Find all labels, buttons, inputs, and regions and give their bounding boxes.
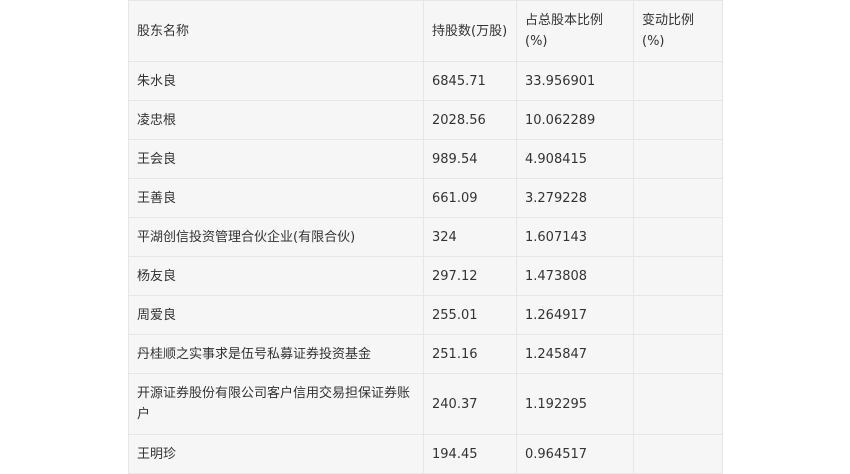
table-row: 丹桂顺之实事求是伍号私募证券投资基金 251.16 1.245847 bbox=[128, 334, 723, 374]
cell-shares: 194.45 bbox=[423, 434, 517, 474]
cell-shares: 251.16 bbox=[423, 334, 517, 374]
table-row: 凌忠根 2028.56 10.062289 bbox=[128, 100, 723, 140]
cell-change bbox=[633, 295, 723, 335]
cell-change bbox=[633, 139, 723, 179]
shareholder-table: 股东名称 持股数(万股) 占总股本比例(%) 变动比例(%) 朱水良 6845.… bbox=[128, 0, 723, 474]
cell-name: 开源证券股份有限公司客户信用交易担保证券账户 bbox=[128, 373, 424, 435]
table-row: 平湖创信投资管理合伙企业(有限合伙) 324 1.607143 bbox=[128, 217, 723, 257]
cell-shares: 297.12 bbox=[423, 256, 517, 296]
cell-ratio: 10.062289 bbox=[516, 100, 634, 140]
cell-change bbox=[633, 334, 723, 374]
table-row: 朱水良 6845.71 33.956901 bbox=[128, 61, 723, 101]
cell-change bbox=[633, 256, 723, 296]
cell-name: 王善良 bbox=[128, 178, 424, 218]
cell-shares: 2028.56 bbox=[423, 100, 517, 140]
header-row: 股东名称 持股数(万股) 占总股本比例(%) 变动比例(%) bbox=[128, 0, 723, 62]
cell-name: 王会良 bbox=[128, 139, 424, 179]
cell-change bbox=[633, 61, 723, 101]
cell-name: 王明珍 bbox=[128, 434, 424, 474]
table-row: 杨友良 297.12 1.473808 bbox=[128, 256, 723, 296]
table-row: 王明珍 194.45 0.964517 bbox=[128, 434, 723, 474]
cell-ratio: 1.473808 bbox=[516, 256, 634, 296]
cell-ratio: 1.607143 bbox=[516, 217, 634, 257]
header-ratio: 占总股本比例(%) bbox=[516, 0, 634, 62]
cell-change bbox=[633, 434, 723, 474]
shareholder-table-container: 股东名称 持股数(万股) 占总股本比例(%) 变动比例(%) 朱水良 6845.… bbox=[128, 0, 723, 474]
table-row: 开源证券股份有限公司客户信用交易担保证券账户 240.37 1.192295 bbox=[128, 373, 723, 435]
table-body: 朱水良 6845.71 33.956901 凌忠根 2028.56 10.062… bbox=[128, 61, 723, 474]
cell-change bbox=[633, 373, 723, 435]
cell-ratio: 1.264917 bbox=[516, 295, 634, 335]
cell-change bbox=[633, 217, 723, 257]
cell-shares: 324 bbox=[423, 217, 517, 257]
cell-name: 平湖创信投资管理合伙企业(有限合伙) bbox=[128, 217, 424, 257]
table-row: 周爱良 255.01 1.264917 bbox=[128, 295, 723, 335]
cell-name: 凌忠根 bbox=[128, 100, 424, 140]
cell-ratio: 4.908415 bbox=[516, 139, 634, 179]
cell-shares: 661.09 bbox=[423, 178, 517, 218]
cell-change bbox=[633, 178, 723, 218]
cell-ratio: 3.279228 bbox=[516, 178, 634, 218]
cell-name: 周爱良 bbox=[128, 295, 424, 335]
cell-change bbox=[633, 100, 723, 140]
header-change: 变动比例(%) bbox=[633, 0, 723, 62]
header-shares: 持股数(万股) bbox=[423, 0, 517, 62]
cell-name: 丹桂顺之实事求是伍号私募证券投资基金 bbox=[128, 334, 424, 374]
cell-shares: 240.37 bbox=[423, 373, 517, 435]
cell-shares: 255.01 bbox=[423, 295, 517, 335]
table-header: 股东名称 持股数(万股) 占总股本比例(%) 变动比例(%) bbox=[128, 0, 723, 62]
cell-name: 朱水良 bbox=[128, 61, 424, 101]
cell-ratio: 1.245847 bbox=[516, 334, 634, 374]
table-row: 王会良 989.54 4.908415 bbox=[128, 139, 723, 179]
cell-name: 杨友良 bbox=[128, 256, 424, 296]
cell-ratio: 0.964517 bbox=[516, 434, 634, 474]
header-shareholder-name: 股东名称 bbox=[128, 0, 424, 62]
cell-shares: 989.54 bbox=[423, 139, 517, 179]
table-row: 王善良 661.09 3.279228 bbox=[128, 178, 723, 218]
cell-ratio: 33.956901 bbox=[516, 61, 634, 101]
cell-ratio: 1.192295 bbox=[516, 373, 634, 435]
cell-shares: 6845.71 bbox=[423, 61, 517, 101]
